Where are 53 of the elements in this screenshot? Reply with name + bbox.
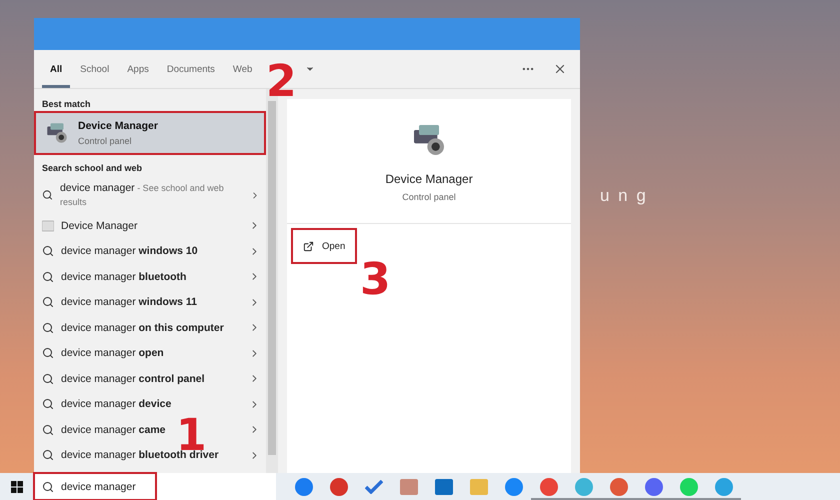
- result-text[interactable]: device manager device: [61, 397, 172, 412]
- windows-logo-icon: [11, 480, 23, 492]
- result-text[interactable]: device manager came: [61, 422, 166, 437]
- app-icon: [644, 478, 662, 496]
- app-icon: [294, 478, 312, 496]
- result-text[interactable]: device manager on this computer: [61, 320, 224, 335]
- filter-tab[interactable]: Apps: [119, 50, 157, 88]
- search-icon: [42, 189, 53, 201]
- result-title: Device Manager: [78, 120, 158, 132]
- app-icon: [680, 478, 698, 496]
- search-icon: [42, 322, 54, 334]
- step-number: 2: [266, 64, 297, 100]
- filter-tab[interactable]: All: [42, 50, 70, 88]
- result-text[interactable]: device manager - See school and web results: [60, 181, 236, 209]
- app-icon: [470, 478, 488, 494]
- desktop-text: u n g: [600, 186, 648, 206]
- filter-tab[interactable]: Web: [224, 50, 260, 88]
- app-icon: [330, 478, 348, 496]
- preview-subtitle: Control panel: [402, 192, 456, 202]
- search-icon: [42, 347, 54, 360]
- app-icon: [42, 220, 54, 232]
- preview-title: Device Manager: [385, 172, 473, 186]
- app-icon: [574, 478, 592, 496]
- result-text[interactable]: device manager windows 10: [61, 244, 198, 258]
- result-text[interactable]: Device Manager: [61, 218, 138, 233]
- open-button[interactable]: Open: [293, 230, 356, 262]
- filter-tab[interactable]: Documents: [158, 50, 223, 88]
- app-icon: [504, 478, 522, 496]
- result-text[interactable]: device manager control panel: [61, 372, 205, 386]
- section-heading: Best match: [41, 98, 92, 111]
- step-number: 3: [360, 262, 391, 298]
- result-text[interactable]: device manager open: [61, 346, 164, 360]
- app-icon: [540, 478, 558, 496]
- search-icon: [42, 270, 54, 283]
- result-subtitle: Control panel: [78, 136, 133, 146]
- search-icon: [42, 424, 54, 436]
- section-heading: Search school and web: [41, 162, 144, 175]
- open-external-icon: [303, 240, 314, 252]
- result-text[interactable]: device manager bluetooth: [61, 270, 186, 284]
- search-icon: [42, 245, 54, 258]
- app-icon: [610, 478, 628, 496]
- result-text[interactable]: device manager windows 11: [61, 295, 197, 310]
- app-icon: [714, 478, 732, 496]
- check-icon: [364, 480, 382, 494]
- best-match-item[interactable]: Device Manager Control panel: [36, 113, 264, 153]
- filter-tab[interactable]: School: [72, 50, 118, 88]
- search-icon: [42, 296, 54, 308]
- search-icon: [42, 480, 54, 492]
- search-icon: [42, 449, 54, 462]
- search-icon: [42, 372, 54, 385]
- search-icon: [42, 398, 54, 410]
- app-icon: [434, 478, 452, 494]
- app-icon: [400, 478, 418, 494]
